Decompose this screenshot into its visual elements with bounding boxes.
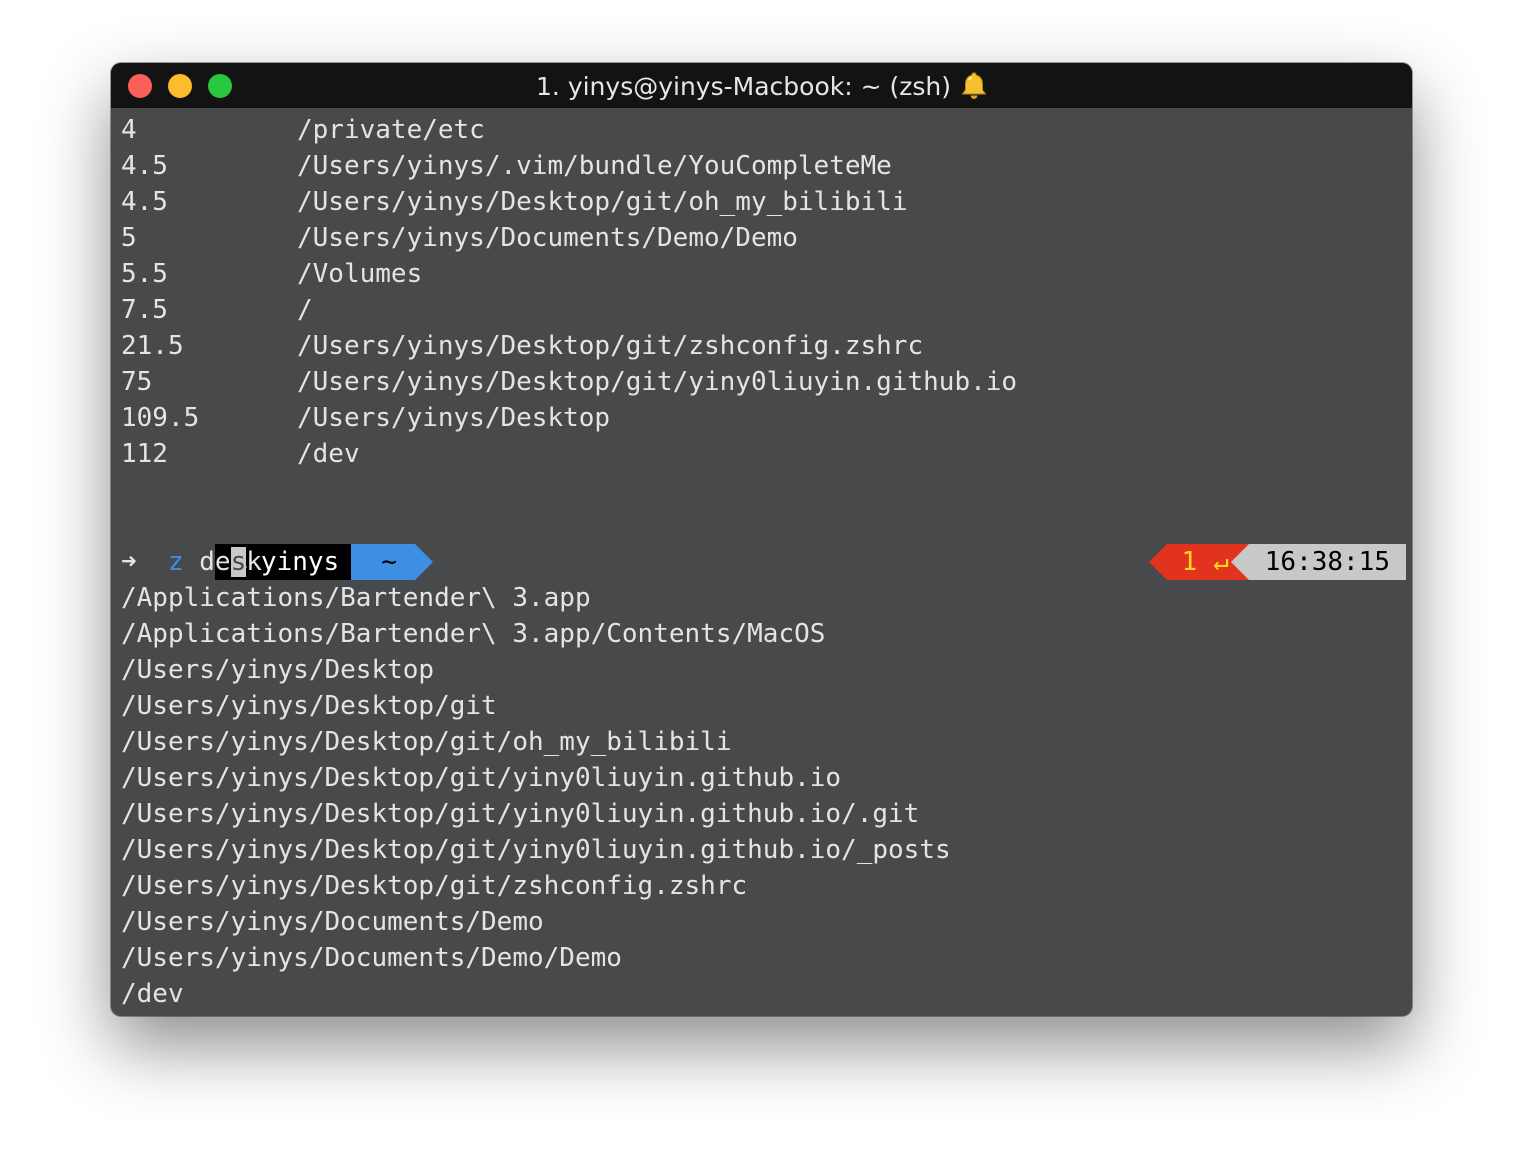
window-title: 1. yinys@yinys-Macbook: ~ (zsh): [536, 72, 951, 101]
completion-item[interactable]: /Users/yinys/Desktop/git/yiny0liuyin.git…: [121, 832, 1406, 868]
du-output: 4/private/etc 4.5/Users/yinys/.vim/bundle…: [121, 112, 1406, 472]
bell-icon: [961, 69, 987, 99]
command-line[interactable]: ➜ z desk 1 ↵ 16:38:15: [121, 544, 1406, 580]
du-output-row: 5/Users/yinys/Documents/Demo/Demo: [121, 220, 1406, 256]
du-output-row: 7.5 /: [121, 292, 1406, 328]
completion-item[interactable]: /Applications/Bartender\ 3.app/Contents/…: [121, 616, 1406, 652]
completion-item[interactable]: /Users/yinys/Documents/Demo/Demo: [121, 940, 1406, 976]
du-output-row: 4.5/Users/yinys/.vim/bundle/YouCompleteM…: [121, 148, 1406, 184]
command-arg-before-cursor: de: [199, 547, 231, 577]
du-size: 112: [121, 439, 168, 469]
completion-item[interactable]: /Users/yinys/Documents/Demo: [121, 904, 1406, 940]
du-output-row: 4.5/Users/yinys/Desktop/git/oh_my_bilibi…: [121, 184, 1406, 220]
du-size: 4: [121, 115, 137, 145]
du-output-row: 75/Users/yinys/Desktop/git/yiny0liuyin.g…: [121, 364, 1406, 400]
du-output-row: 4/private/etc: [121, 112, 1406, 148]
du-path: /Users/yinys/Desktop: [297, 403, 611, 433]
terminal-window: 1. yinys@yinys-Macbook: ~ (zsh) 4/privat…: [111, 63, 1412, 1016]
du-path: /Users/yinys/Desktop/git/yiny0liuyin.git…: [297, 367, 1018, 397]
completion-item[interactable]: /Users/yinys/Desktop: [121, 652, 1406, 688]
du-output-row: 112/dev: [121, 436, 1406, 472]
du-output-row: 21.5/Users/yinys/Desktop/git/zshconfig.z…: [121, 328, 1406, 364]
prompt-time: 16:38:15: [1264, 547, 1390, 577]
completion-item[interactable]: /Users/yinys/Desktop/git: [121, 688, 1406, 724]
du-size: 5.5: [121, 259, 168, 289]
completion-item[interactable]: /Users/yinys/Desktop/git/yiny0liuyin.git…: [121, 760, 1406, 796]
completion-item[interactable]: /Users/yinys/Desktop/git/yiny0liuyin.git…: [121, 796, 1406, 832]
command-arg-after-cursor: k: [246, 547, 262, 577]
du-path: /Volumes: [297, 259, 423, 289]
du-path: /Users/yinys/Desktop/git/zshconfig.zshrc: [297, 331, 924, 361]
completion-item[interactable]: /Applications/Bartender\ 3.app: [121, 580, 1406, 616]
return-icon: ↵: [1213, 547, 1229, 577]
du-size: 21.5: [121, 331, 184, 361]
du-size: 4.5: [121, 151, 168, 181]
du-size: 4.5: [121, 187, 168, 217]
du-path: /dev: [297, 439, 360, 469]
completion-item[interactable]: /dev: [121, 976, 1406, 1012]
du-size: 109.5: [121, 403, 200, 433]
du-size: 7.5: [121, 295, 168, 325]
du-size: 75: [121, 367, 153, 397]
completion-list: /Applications/Bartender\ 3.app/Applicati…: [121, 580, 1406, 1012]
completion-item[interactable]: /Users/yinys/Desktop/git/oh_my_bilibili: [121, 724, 1406, 760]
completion-item[interactable]: /Users/yinys/Desktop/git/zshconfig.zshrc: [121, 868, 1406, 904]
du-output-row: 109.5/Users/yinys/Desktop: [121, 400, 1406, 436]
right-prompt-status: 1 ↵ 16:38:15: [1149, 544, 1406, 580]
du-path: /: [297, 295, 313, 325]
command-name: z: [167, 547, 184, 577]
prompt-line: yinys ~: [121, 508, 1406, 580]
du-output-row: 5.5/Volumes: [121, 256, 1406, 292]
du-path: /Users/yinys/.vim/bundle/YouCompleteMe: [297, 151, 892, 181]
title-bar[interactable]: 1. yinys@yinys-Macbook: ~ (zsh): [111, 63, 1412, 108]
text-cursor: s: [230, 547, 247, 577]
exit-code: 1: [1181, 547, 1198, 577]
du-size: 5: [121, 223, 137, 253]
time-segment: 16:38:15: [1230, 544, 1406, 580]
prompt-arrow: ➜: [121, 547, 137, 577]
window-title-container: 1. yinys@yinys-Macbook: ~ (zsh): [111, 63, 1412, 108]
terminal-content[interactable]: 4/private/etc 4.5/Users/yinys/.vim/bundle…: [121, 112, 1406, 1012]
du-path: /private/etc: [297, 115, 485, 145]
du-path: /Users/yinys/Documents/Demo/Demo: [297, 223, 798, 253]
du-path: /Users/yinys/Desktop/git/oh_my_bilibili: [297, 187, 908, 217]
